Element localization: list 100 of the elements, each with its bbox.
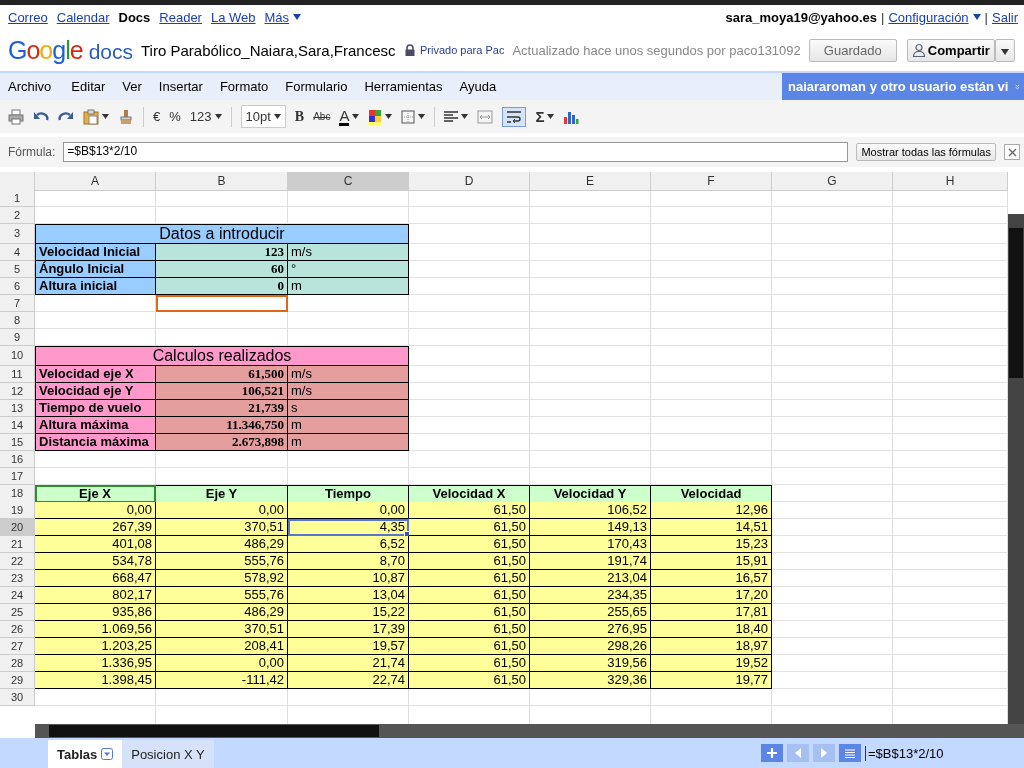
wrap-text-button[interactable] [502,106,527,127]
table-cell[interactable]: 1.398,45 [35,672,156,689]
row-header[interactable]: 16 [0,451,35,468]
table-cell[interactable]: 19,52 [651,655,772,672]
table-cell[interactable]: 213,04 [530,570,651,587]
table-cell[interactable]: 0,00 [156,502,288,519]
column-header[interactable]: F [651,172,772,191]
row-header[interactable]: 30 [0,689,35,706]
table-cell[interactable]: 14,51 [651,519,772,536]
table-cell[interactable]: 578,92 [156,570,288,587]
row-header[interactable]: 26 [0,621,35,638]
show-formulas-button[interactable]: Mostrar todas las fórmulas [856,143,996,161]
row-header[interactable]: 27 [0,638,35,655]
nav-link[interactable]: Correo [8,9,48,25]
column-header[interactable]: C [288,172,409,191]
table-cell[interactable]: 18,97 [651,638,772,655]
menu-item[interactable]: Ver [122,79,159,94]
table-cell[interactable]: 61,50 [409,672,530,689]
column-header[interactable]: H [893,172,1008,191]
table-cell[interactable]: 935,86 [35,604,156,621]
functions-menu[interactable]: Σ [535,108,555,125]
table-cell[interactable]: 370,51 [156,519,288,536]
row-header[interactable]: 9 [0,329,35,346]
table-cell[interactable]: 106,52 [530,502,651,519]
table-cell[interactable]: 16,57 [651,570,772,587]
table-cell[interactable]: 61,50 [409,502,530,519]
table-cell[interactable]: 486,29 [156,536,288,553]
table-cell[interactable]: 18,40 [651,621,772,638]
row-header[interactable]: 25 [0,604,35,621]
google-docs-logo[interactable]: Google docs [8,35,133,65]
table-cell[interactable]: 61,50 [409,621,530,638]
row-header[interactable]: 22 [0,553,35,570]
document-title[interactable]: Tiro Parabólico_Naiara,Sara,Francesc [141,41,396,59]
column-header[interactable]: A [35,172,156,191]
table-cell[interactable]: 0,00 [156,655,288,672]
menu-item[interactable]: Herramientas [364,79,460,94]
menu-item[interactable]: Formato [219,79,286,94]
close-button[interactable] [1004,144,1020,160]
nav-link[interactable]: Docs [118,9,151,25]
table-cell[interactable]: 21,74 [288,655,409,672]
paste-menu[interactable] [83,108,109,125]
tab-menu-icon[interactable] [101,748,114,760]
table-cell[interactable]: 370,51 [156,621,288,638]
font-size-menu[interactable]: 10pt [240,105,286,128]
row-header[interactable]: 17 [0,468,35,485]
table-cell[interactable]: 802,17 [35,587,156,604]
row-header[interactable]: 11 [0,366,35,383]
table-cell[interactable]: 298,26 [530,638,651,655]
table-cell[interactable]: 19,77 [651,672,772,689]
table-cell[interactable]: 191,74 [530,553,651,570]
row-header[interactable]: 23 [0,570,35,587]
scrollbar-thumb[interactable] [49,725,379,737]
table-cell[interactable]: 61,50 [409,553,530,570]
table-cell[interactable]: 10,87 [288,570,409,587]
menu-item[interactable]: Insertar [158,79,220,94]
row-header[interactable]: 15 [0,434,35,451]
table-cell[interactable]: 555,76 [156,553,288,570]
settings-link[interactable]: Configuración [888,9,981,25]
borders-menu[interactable] [401,109,426,124]
column-header[interactable]: D [409,172,530,191]
table-cell[interactable]: 17,81 [651,604,772,621]
row-header[interactable]: 3 [0,224,35,244]
paint-format-icon[interactable] [118,108,134,125]
share-button[interactable]: Compartir [906,38,995,62]
table-cell[interactable]: 1.336,95 [35,655,156,672]
table-cell[interactable]: 329,36 [530,672,651,689]
percent-format-button[interactable]: % [169,109,181,124]
row-header[interactable]: 6 [0,278,35,295]
column-header[interactable]: E [530,172,651,191]
nav-link[interactable]: La Web [210,9,256,25]
table-cell[interactable]: 17,20 [651,587,772,604]
table-cell[interactable]: 8,70 [288,553,409,570]
column-header[interactable]: B [156,172,288,191]
table-cell[interactable]: 13,04 [288,587,409,604]
table-cell[interactable]: 15,91 [651,553,772,570]
currency-format-button[interactable]: € [153,109,161,124]
table-cell[interactable]: 486,29 [156,604,288,621]
table-cell[interactable]: 401,08 [35,536,156,553]
row-header[interactable]: 18 [0,485,35,503]
print-icon[interactable] [8,108,24,125]
menu-item[interactable]: Ayuda [459,79,514,94]
row-header[interactable]: 1 [0,190,35,207]
spreadsheet-grid[interactable] [0,172,1008,724]
row-header[interactable]: 2 [0,207,35,224]
table-cell[interactable]: 61,50 [409,587,530,604]
table-cell[interactable]: 4,35 [288,519,409,536]
table-cell[interactable]: 276,95 [530,621,651,638]
table-cell[interactable]: -111,42 [156,672,288,689]
table-cell[interactable]: 61,50 [409,570,530,587]
row-header[interactable]: 13 [0,400,35,417]
table-cell[interactable]: 170,43 [530,536,651,553]
scrollbar-thumb[interactable] [1009,228,1023,378]
bold-button[interactable]: B [294,108,305,125]
sheet-tab[interactable]: Tablas [48,740,123,768]
table-cell[interactable]: 15,23 [651,536,772,553]
table-cell[interactable]: 22,74 [288,672,409,689]
menu-item[interactable]: Formulario [285,79,365,94]
nav-link[interactable]: Reader [159,9,202,25]
sign-out-link[interactable]: Salir [992,9,1018,25]
table-cell[interactable]: 319,56 [530,655,651,672]
